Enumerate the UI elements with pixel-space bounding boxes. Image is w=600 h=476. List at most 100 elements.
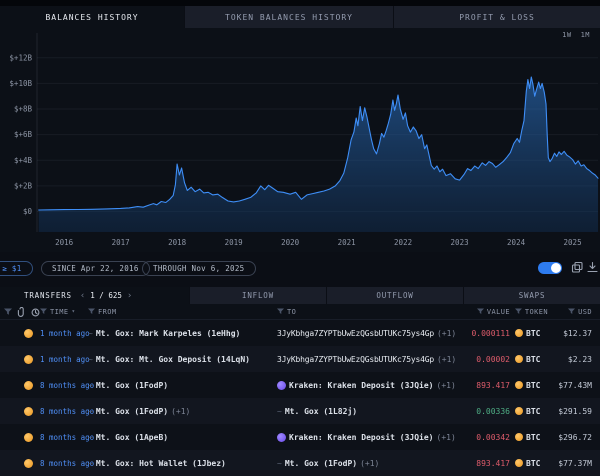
- token-cell: BTC: [510, 381, 548, 390]
- tab-profit-and-loss[interactable]: PROFIT & LOSS: [394, 6, 600, 28]
- from-header-label: FROM: [98, 308, 116, 316]
- from-entity[interactable]: Mt. Gox (1ApeB): [96, 433, 168, 442]
- column-header-usd[interactable]: USD: [548, 308, 592, 316]
- from-cell: ~ Mt. Gox: Hot Wallet (1Jbez): [88, 459, 277, 468]
- to-cell: ~ Kraken: Kraken Deposit (3JQie) (+1): [277, 433, 460, 442]
- svg-text:2021: 2021: [338, 238, 356, 247]
- btc-token-icon: [24, 329, 33, 338]
- filter-funnel-icon: [568, 308, 575, 315]
- column-header-token[interactable]: TOKEN: [510, 308, 548, 316]
- filter-funnel-icon[interactable]: [4, 308, 12, 316]
- usd-cell: $77.43M: [548, 381, 592, 390]
- table-tabs: TRANSFERS ‹ 1 / 625 › INFLOW OUTFLOW SWA…: [0, 287, 600, 304]
- to-entity[interactable]: Mt. Gox (1L82j): [285, 407, 357, 416]
- time-link[interactable]: 8 months ago: [40, 433, 88, 442]
- range-1w-button[interactable]: 1W: [562, 31, 571, 39]
- from-entity[interactable]: Mt. Gox: Hot Wallet (1Jbez): [96, 459, 226, 468]
- usd-cell: $296.72: [548, 433, 592, 442]
- tab-swaps[interactable]: SWAPS: [464, 287, 600, 304]
- time-link[interactable]: 1 month ago: [40, 329, 88, 338]
- table-row[interactable]: 1 month ago ~ Mt. Gox: Mark Karpeles (1e…: [0, 320, 600, 346]
- value-cell: 893.417: [460, 381, 510, 390]
- from-cell: ~ Mt. Gox: Mark Karpeles (1eHhg): [88, 329, 277, 338]
- table-row[interactable]: 8 months ago ~ Mt. Gox (1ApeB) ~ Kraken:…: [0, 424, 600, 450]
- from-entity[interactable]: Mt. Gox: Mark Karpeles (1eHhg): [96, 329, 241, 338]
- from-entity[interactable]: Mt. Gox (1FodP): [96, 407, 168, 416]
- to-cell: ~ 3JyKbhga7ZYPTbUwEzQGsbUTUKc75ys4Gp (+1…: [277, 329, 460, 338]
- btc-token-icon: [515, 381, 523, 389]
- sort-caret-icon: ▾: [71, 308, 75, 315]
- from-entity[interactable]: Mt. Gox (1FodP): [96, 381, 168, 390]
- table-row[interactable]: 8 months ago ~ Mt. Gox (1FodP) ~ Kraken:…: [0, 372, 600, 398]
- token-label: BTC: [526, 329, 540, 338]
- btc-token-icon: [24, 459, 33, 468]
- to-extra: (+1): [437, 381, 456, 390]
- time-link[interactable]: 8 months ago: [40, 407, 88, 416]
- svg-text:2022: 2022: [394, 238, 412, 247]
- tilde-icon: ~: [88, 381, 93, 390]
- column-header-value[interactable]: VALUE: [460, 308, 510, 316]
- table-row[interactable]: 1 month ago ~ Mt. Gox: Mt. Gox Deposit (…: [0, 346, 600, 372]
- tilde-icon: ~: [88, 355, 93, 364]
- since-date-pill[interactable]: SINCE Apr 22, 2016: [41, 261, 150, 276]
- balances-chart-section: 1W 1M $0$+2B$+4B$+6B$+8B$+10B$+12B201620…: [0, 28, 600, 252]
- clock-icon[interactable]: [31, 308, 40, 317]
- btc-token-icon: [24, 355, 33, 364]
- time-link[interactable]: 8 months ago: [40, 459, 88, 468]
- balance-history-chart[interactable]: $0$+2B$+4B$+6B$+8B$+10B$+12B201620172018…: [0, 28, 600, 252]
- time-link[interactable]: 8 months ago: [40, 381, 88, 390]
- table-row[interactable]: 8 months ago ~ Mt. Gox: Hot Wallet (1Jbe…: [0, 450, 600, 476]
- paperclip-icon[interactable]: [17, 307, 26, 317]
- to-header-label: TO: [287, 308, 296, 316]
- prev-page-button[interactable]: ‹: [80, 291, 85, 301]
- usd-cell: $77.37M: [548, 459, 592, 468]
- svg-text:$+12B: $+12B: [9, 53, 32, 62]
- to-extra: (+1): [437, 355, 456, 364]
- toggle-knob: [551, 263, 561, 273]
- column-header-to[interactable]: TO: [277, 308, 460, 316]
- token-cell: BTC: [510, 355, 548, 364]
- time-header-label: TIME: [50, 308, 68, 316]
- download-icon[interactable]: [586, 261, 599, 274]
- time-link[interactable]: 1 month ago: [40, 355, 88, 364]
- column-header-time[interactable]: TIME ▾: [40, 308, 88, 316]
- table-row[interactable]: 8 months ago ~ Mt. Gox (1FodP) (+1) ~ Mt…: [0, 398, 600, 424]
- through-date-pill[interactable]: THROUGH Nov 6, 2025: [142, 261, 256, 276]
- column-header-from[interactable]: FROM: [88, 308, 277, 316]
- tab-token-balances-history[interactable]: TOKEN BALANCES HISTORY: [185, 6, 394, 28]
- tab-transfers[interactable]: TRANSFERS ‹ 1 / 625 ›: [0, 287, 190, 304]
- tab-inflow[interactable]: INFLOW: [190, 287, 327, 304]
- value-cell: 893.417: [460, 459, 510, 468]
- value-cell: 0.00002: [460, 355, 510, 364]
- token-cell: BTC: [510, 433, 548, 442]
- tilde-icon: ~: [88, 459, 93, 468]
- chart-toggle-switch[interactable]: [538, 262, 562, 274]
- to-entity[interactable]: Kraken: Kraken Deposit (3JQie): [289, 381, 434, 390]
- transfers-rows: 1 month ago ~ Mt. Gox: Mark Karpeles (1e…: [0, 320, 600, 476]
- btc-token-icon: [515, 459, 523, 467]
- copy-icon[interactable]: [571, 261, 584, 274]
- tab-outflow[interactable]: OUTFLOW: [327, 287, 464, 304]
- view-tabs: BALANCES HISTORY TOKEN BALANCES HISTORY …: [0, 6, 600, 28]
- usd-cell: $2.23: [548, 355, 592, 364]
- svg-text:2020: 2020: [281, 238, 300, 247]
- next-page-button[interactable]: ›: [127, 291, 132, 301]
- table-header: TIME ▾ FROM TO VALUE TOKEN USD: [0, 304, 600, 320]
- to-entity[interactable]: Kraken: Kraken Deposit (3JQie): [289, 433, 434, 442]
- btc-token-icon: [24, 381, 33, 390]
- range-1m-button[interactable]: 1M: [581, 31, 590, 39]
- from-entity[interactable]: Mt. Gox: Mt. Gox Deposit (14LqN): [96, 355, 250, 364]
- token-label: BTC: [526, 355, 540, 364]
- from-cell: ~ Mt. Gox (1FodP) (+1): [88, 407, 277, 416]
- to-entity[interactable]: 3JyKbhga7ZYPTbUwEzQGsbUTUKc75ys4Gp: [277, 355, 434, 364]
- svg-text:2018: 2018: [168, 238, 187, 247]
- btc-token-icon: [24, 407, 33, 416]
- btc-token-icon: [24, 433, 33, 442]
- transfers-label: TRANSFERS: [24, 291, 72, 300]
- to-entity[interactable]: 3JyKbhga7ZYPTbUwEzQGsbUTUKc75ys4Gp: [277, 329, 434, 338]
- pagination: ‹ 1 / 625 ›: [80, 291, 132, 301]
- tab-balances-history[interactable]: BALANCES HISTORY: [0, 6, 185, 28]
- to-entity[interactable]: Mt. Gox (1FodP): [285, 459, 357, 468]
- usd-min-filter-pill[interactable]: USD ≥ $1: [0, 261, 33, 276]
- tilde-icon: ~: [277, 407, 282, 416]
